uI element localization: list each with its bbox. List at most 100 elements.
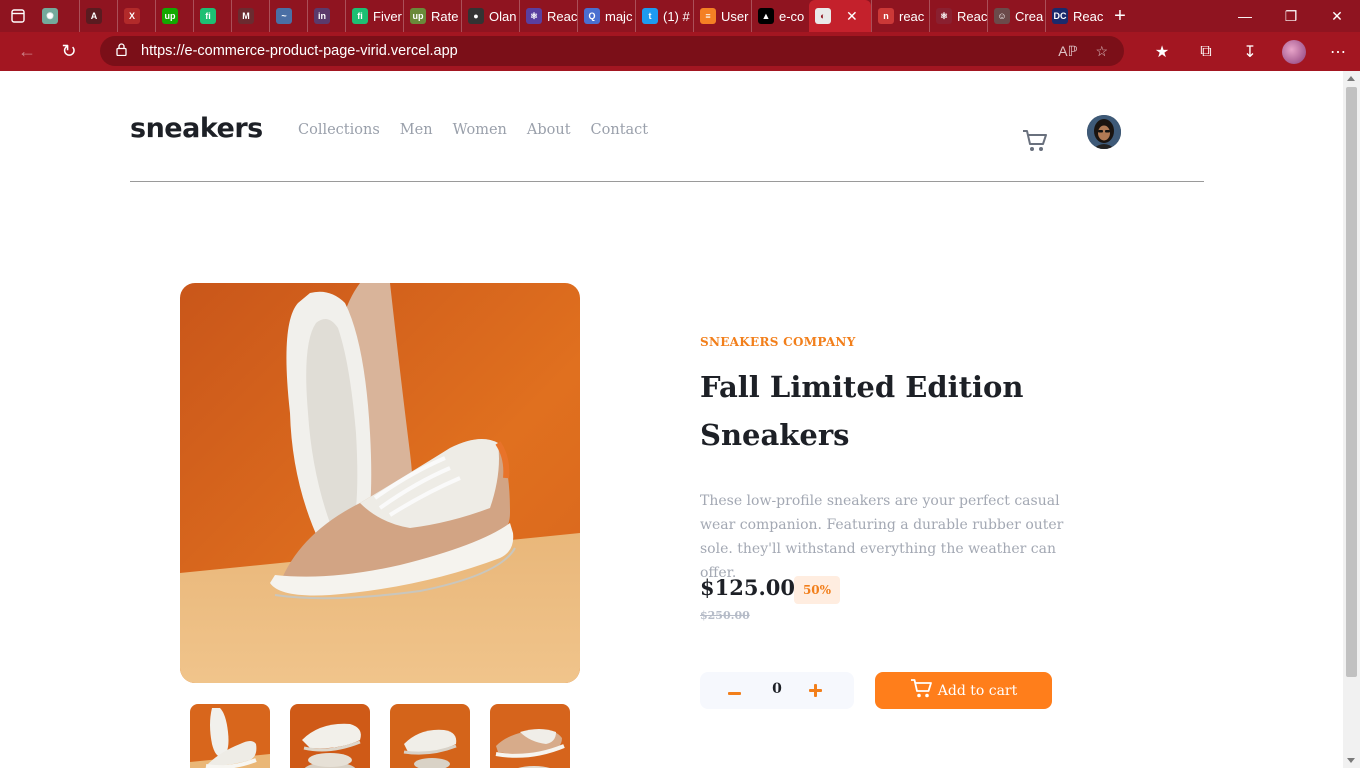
minimize-icon[interactable]: — [1222, 0, 1268, 32]
back-icon[interactable]: ← [6, 32, 48, 71]
tab-label: Reac [1073, 8, 1103, 24]
tailwind-icon: ~ [276, 8, 292, 24]
linkedin-icon: in [314, 8, 330, 24]
upwork-icon: up [410, 8, 426, 24]
browser-tab[interactable]: in [307, 0, 345, 32]
stackoverflow-icon: ≡ [700, 8, 716, 24]
thumbnail-3[interactable] [390, 704, 470, 768]
browser-tab[interactable]: ⚛ Reac [519, 0, 577, 32]
browser-tab[interactable]: DC Reac [1045, 0, 1103, 32]
tab-label: Fiver [373, 8, 402, 24]
profile-button[interactable] [1272, 32, 1316, 71]
browser-tab[interactable]: ◐ ✕ [809, 0, 871, 32]
scrollbar-thumb[interactable] [1346, 87, 1357, 677]
tab-label: Crea [1015, 8, 1044, 24]
browser-tab[interactable]: Qmajc [577, 0, 635, 32]
tab-label: Olan [489, 8, 517, 24]
browser-tab[interactable]: fi [193, 0, 231, 32]
thumbnail-1[interactable] [190, 704, 270, 768]
npm-icon: n [878, 8, 894, 24]
redux-icon: ⚛ [526, 8, 542, 24]
tab-label: e-co [779, 8, 805, 24]
collections-icon[interactable]: ⧉ [1184, 32, 1228, 71]
company-label: SNEAKERS COMPANY [700, 335, 856, 349]
vercel-icon: ▲ [758, 8, 774, 24]
tab-label: majc [605, 8, 633, 24]
browser-tab[interactable]: up [155, 0, 193, 32]
browser-tab[interactable]: ☺ Crea [987, 0, 1045, 32]
main-nav: Collections Men Women About Contact [298, 122, 648, 138]
product-title: Fall Limited Edition Sneakers [700, 370, 1024, 452]
quantity-stepper: 0 [700, 672, 854, 709]
browser-tab[interactable]: up Rate [403, 0, 461, 32]
quantity-value: 0 [772, 681, 782, 697]
browser-tab[interactable]: ● Olan [461, 0, 519, 32]
site-logo[interactable]: sneakers [130, 113, 263, 144]
x-mark-icon: X [124, 8, 140, 24]
product-price: $125.00 [700, 575, 795, 600]
tab-label: Rate [431, 8, 459, 24]
fiverr-icon: fi [200, 8, 216, 24]
react-icon: ⚛ [936, 8, 952, 24]
lock-icon[interactable] [116, 43, 127, 59]
github-icon: ● [468, 8, 484, 24]
add-favorite-icon[interactable]: ☆ [1095, 43, 1108, 60]
cart-icon[interactable] [1022, 129, 1048, 153]
nav-link-men[interactable]: Men [400, 122, 433, 138]
address-bar[interactable]: https://e-commerce-product-page-virid.ve… [100, 36, 1124, 66]
thumbnail-4[interactable] [490, 704, 570, 768]
search-icon: Q [584, 8, 600, 24]
downloads-icon[interactable]: ↧ [1228, 32, 1272, 71]
nav-link-collections[interactable]: Collections [298, 122, 380, 138]
settings-menu-icon[interactable]: ⋯ [1316, 32, 1360, 71]
upwork-icon: up [162, 8, 178, 24]
new-tab-button[interactable]: + [1103, 0, 1137, 32]
angular-icon: A [86, 8, 102, 24]
browser-tab[interactable]: t (1) # [635, 0, 693, 32]
nav-link-contact[interactable]: Contact [591, 122, 649, 138]
product-main-image[interactable] [180, 283, 580, 683]
page-scrollbar[interactable] [1343, 71, 1360, 768]
original-price: $250.00 [700, 609, 750, 622]
add-to-cart-button[interactable]: Add to cart [875, 672, 1052, 709]
scroll-up-icon[interactable] [1347, 76, 1355, 81]
browser-tab[interactable]: ▲ e-co [751, 0, 809, 32]
chatgpt-icon: ✺ [42, 8, 58, 24]
twitter-icon: t [642, 8, 658, 24]
browser-tab[interactable]: ⚛ Reac [929, 0, 987, 32]
url-text[interactable]: https://e-commerce-product-page-virid.ve… [141, 43, 458, 59]
browser-tab[interactable]: n reac [871, 0, 929, 32]
close-window-icon[interactable]: ✕ [1314, 0, 1360, 32]
refresh-icon[interactable]: ↻ [48, 32, 90, 71]
cart-button-icon [910, 678, 934, 703]
nav-link-about[interactable]: About [527, 122, 571, 138]
user-avatar[interactable] [1087, 115, 1121, 149]
close-tab-icon[interactable]: ✕ [846, 8, 858, 25]
tab-label: Reac [957, 8, 987, 24]
favorites-icon[interactable]: ★ [1140, 32, 1184, 71]
tab-actions-icon[interactable] [0, 0, 36, 32]
thumbnail-2[interactable] [290, 704, 370, 768]
increment-button[interactable] [809, 684, 822, 697]
browser-tab[interactable]: M [231, 0, 269, 32]
nav-link-women[interactable]: Women [453, 122, 507, 138]
browser-tab[interactable]: A [79, 0, 117, 32]
tab-label: (1) # [663, 8, 690, 24]
browser-tab[interactable]: ≡ User [693, 0, 751, 32]
medium-icon: M [238, 8, 254, 24]
tab-label: User [721, 8, 749, 24]
browser-tab-bar: ✺ A Xup fi M ~ in fi Fiver up Rate ● Olan ⚛ Reac Qmajc t… [0, 0, 1360, 32]
site-header: sneakers Collections Men Women About Con… [130, 71, 1204, 182]
browser-tab[interactable]: X [117, 0, 155, 32]
tab-label: Reac [547, 8, 577, 24]
browser-tab[interactable]: ✺ [36, 0, 79, 32]
browser-tab[interactable]: fi Fiver [345, 0, 403, 32]
product-description: These low-profile sneakers are your perf… [700, 493, 1064, 581]
browser-tab[interactable]: ~ [269, 0, 307, 32]
restore-icon[interactable]: ❐ [1268, 0, 1314, 32]
fiverr-icon: fi [352, 8, 368, 24]
tab-label: reac [899, 8, 925, 24]
scroll-down-icon[interactable] [1347, 758, 1355, 763]
thumbnail-list [190, 704, 570, 768]
read-aloud-icon[interactable]: Aℙ [1058, 43, 1077, 60]
